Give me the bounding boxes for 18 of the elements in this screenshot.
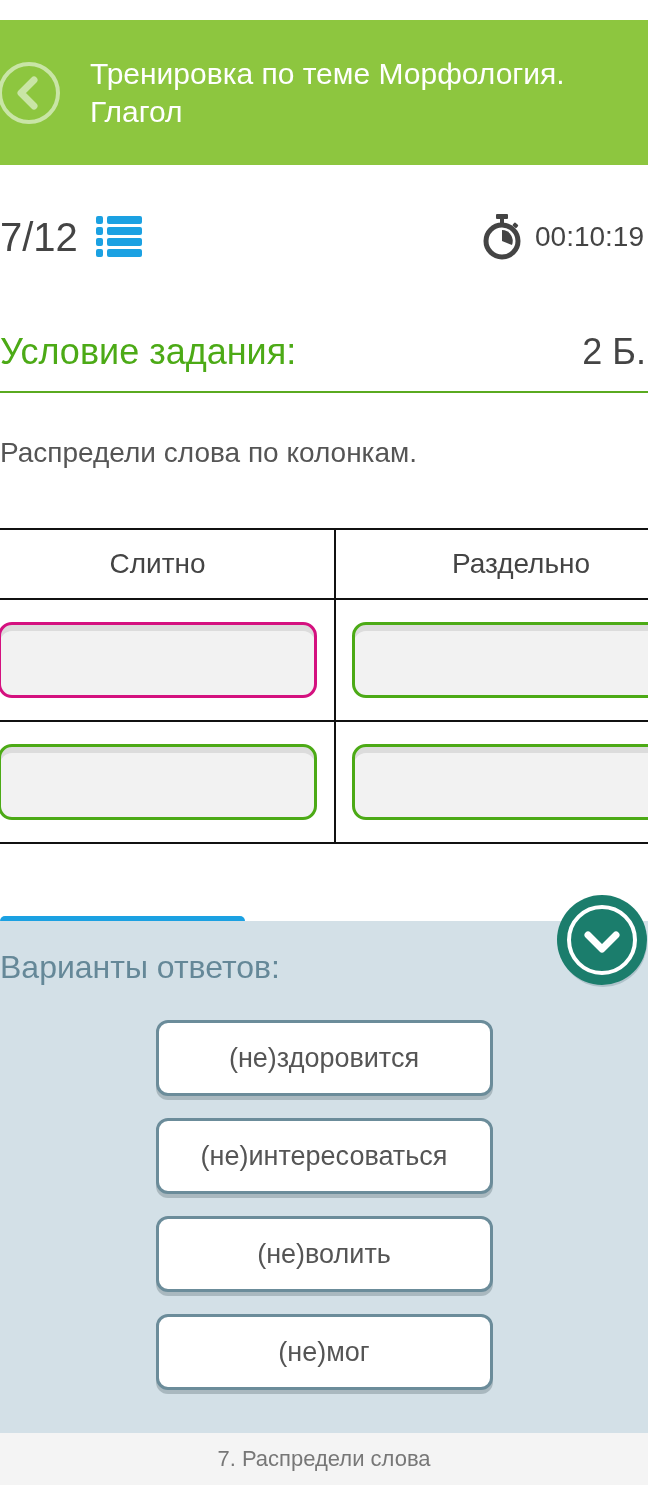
drop-field[interactable]: [0, 744, 317, 820]
question-counter: 7/12: [0, 214, 78, 261]
drop-field[interactable]: [352, 744, 648, 820]
answers-heading: Варианты ответов:: [0, 948, 281, 987]
list-icon[interactable]: [95, 216, 142, 258]
task-instruction: Распредели слова по колонкам.: [0, 436, 419, 470]
points-label: 2 Б.: [582, 330, 646, 374]
chevron-down-icon[interactable]: [556, 893, 648, 989]
column-header: Слитно: [109, 548, 206, 580]
drop-field[interactable]: [0, 622, 317, 698]
stopwatch-icon: [483, 214, 521, 260]
footer-caption: 7. Распредели слова: [217, 1446, 431, 1472]
drop-field[interactable]: [352, 622, 648, 698]
task-heading: Условие задания:: [0, 330, 297, 374]
timer-text: 00:10:19: [535, 221, 644, 253]
back-icon[interactable]: [0, 61, 60, 124]
column-header: Раздельно: [451, 548, 591, 580]
page-title: Тренировка по теме Морфология. Глагол: [90, 55, 566, 130]
